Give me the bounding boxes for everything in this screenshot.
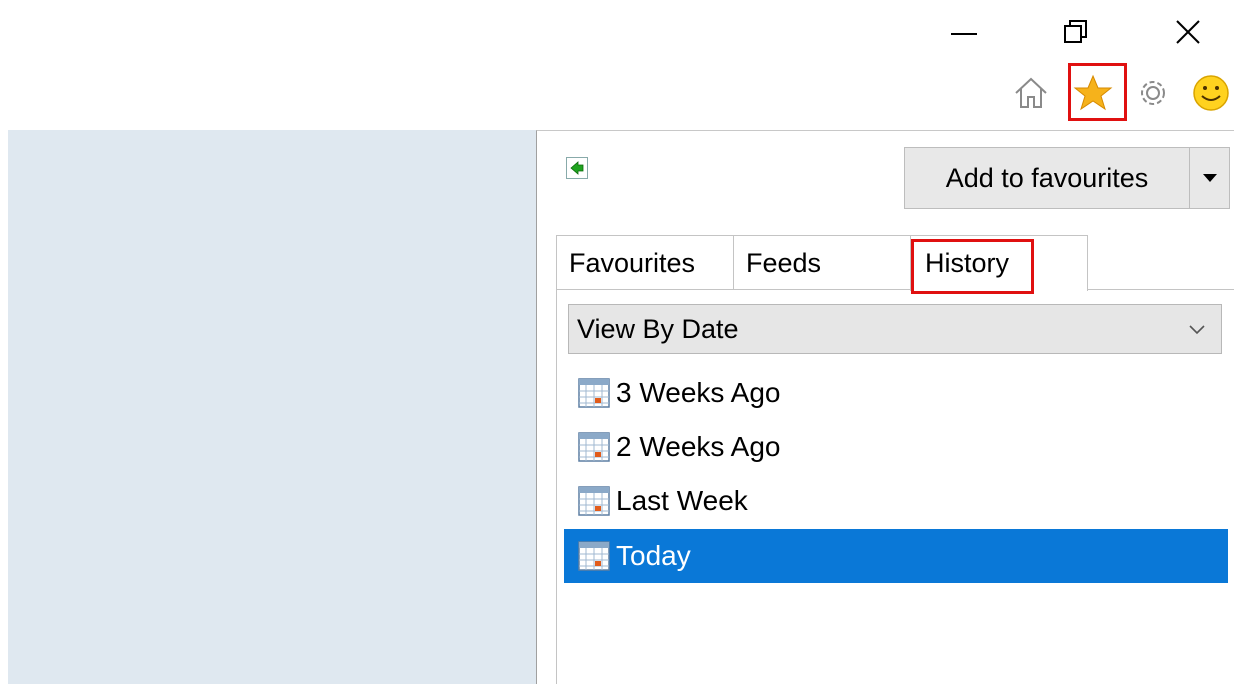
add-to-favourites-label: Add to favourites [905, 148, 1190, 208]
restore-icon [1064, 20, 1087, 43]
smiley-icon [1193, 75, 1229, 111]
tab-feeds-label: Feeds [746, 247, 822, 278]
pin-panel-icon [570, 161, 584, 175]
tab-feeds[interactable]: Feeds [733, 235, 911, 290]
history-item-2-weeks-ago[interactable]: 2 Weeks Ago [564, 420, 1228, 474]
home-button[interactable] [1008, 70, 1054, 116]
feedback-button[interactable] [1188, 70, 1234, 116]
history-item-label: 2 Weeks Ago [616, 431, 781, 462]
star-highlight [1068, 63, 1127, 121]
tab-favourites-label: Favourites [569, 247, 696, 278]
close-button[interactable] [1168, 14, 1208, 50]
pin-panel-button[interactable] [566, 157, 588, 179]
history-tab-highlight [911, 239, 1034, 294]
tab-favourites[interactable]: Favourites [556, 235, 734, 290]
history-item-3-weeks-ago[interactable]: 3 Weeks Ago [564, 366, 1228, 420]
close-icon [1176, 20, 1200, 44]
caret-down-icon [1202, 174, 1217, 182]
view-by-value: View By Date [577, 313, 739, 344]
history-item-label: Today [616, 540, 691, 571]
calendar-icon [578, 541, 610, 571]
calendar-icon [578, 378, 610, 408]
gear-icon [1141, 81, 1165, 105]
add-to-favourites-button[interactable]: Add to favourites [904, 147, 1230, 209]
settings-button[interactable] [1130, 70, 1176, 116]
calendar-icon [578, 486, 610, 516]
calendar-icon [578, 432, 610, 462]
history-item-today[interactable]: Today [564, 529, 1228, 583]
page-content-area [8, 130, 536, 684]
view-by-select[interactable]: View By Date [568, 304, 1222, 354]
history-item-last-week[interactable]: Last Week [564, 474, 1228, 528]
tab-body-border [556, 290, 557, 684]
minimize-button[interactable] [944, 14, 984, 50]
add-favourites-dropdown[interactable] [1190, 148, 1229, 208]
history-item-label: 3 Weeks Ago [616, 377, 781, 408]
home-icon [1015, 77, 1047, 108]
history-item-label: Last Week [616, 485, 748, 516]
tab-divider [556, 289, 1234, 290]
restore-button[interactable] [1056, 14, 1096, 50]
minimize-icon [951, 33, 977, 35]
chevron-down-icon [1189, 325, 1205, 335]
